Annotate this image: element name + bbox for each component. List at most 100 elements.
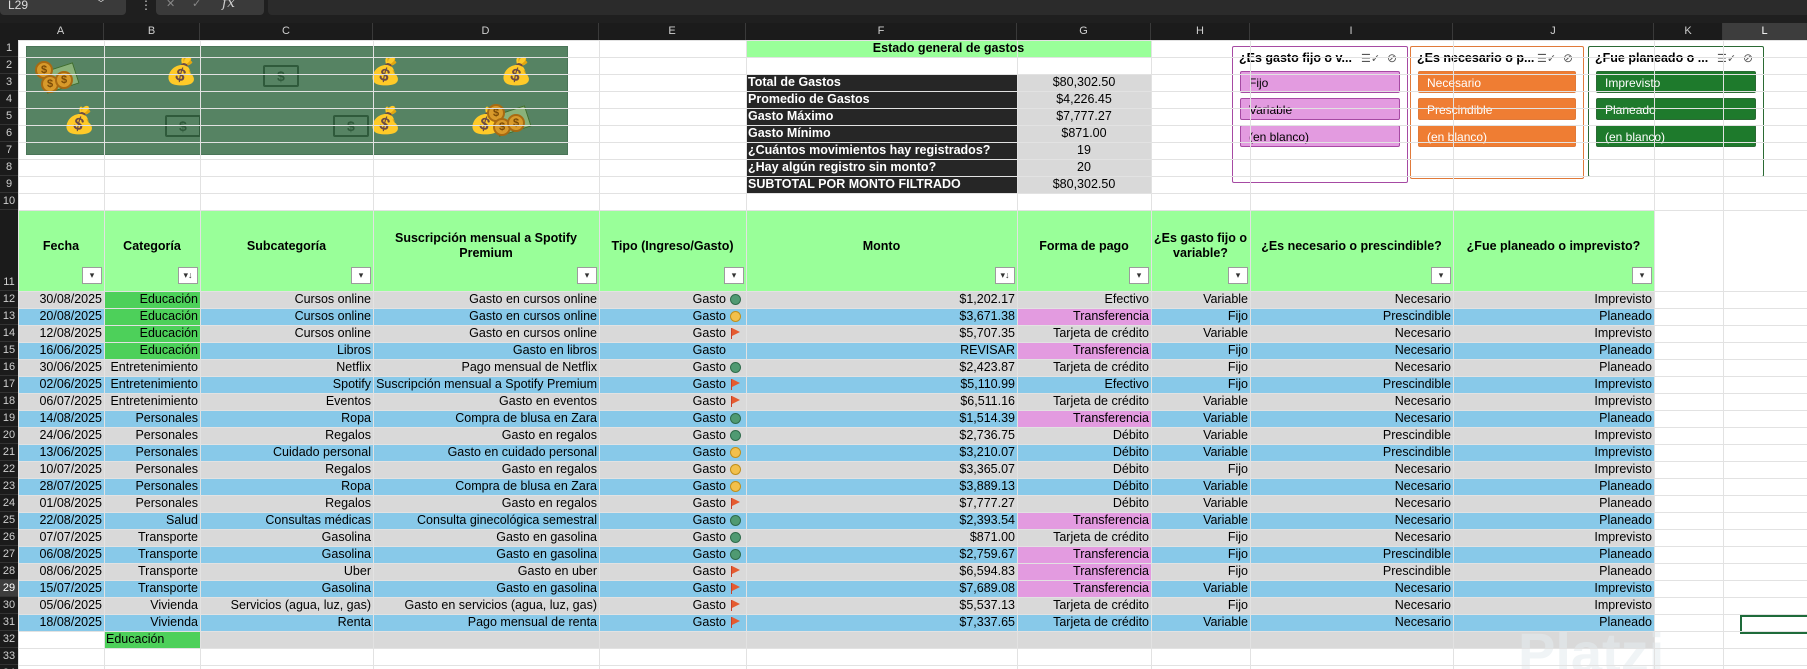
cell-np[interactable]: Necesario — [1250, 478, 1453, 495]
cell-np[interactable]: Necesario — [1250, 359, 1453, 376]
column-header-g[interactable]: G — [1017, 23, 1151, 40]
cell-sub[interactable]: Servicios (agua, luz, gas) — [200, 597, 373, 614]
cell-fecha[interactable]: 13/06/2025 — [18, 444, 104, 461]
cell-pi[interactable]: Imprevisto — [1453, 376, 1654, 393]
cell-tipo[interactable]: Gasto — [599, 597, 728, 614]
cell-fecha[interactable]: 05/06/2025 — [18, 597, 104, 614]
cell-tipo[interactable]: Gasto — [599, 529, 728, 546]
cell-monto[interactable]: $6,594.83 — [746, 563, 1017, 580]
cell-tipo[interactable]: Gasto — [599, 325, 728, 342]
cell-fecha[interactable]: 07/07/2025 — [18, 529, 104, 546]
cell-monto[interactable]: $2,423.87 — [746, 359, 1017, 376]
column-header-j[interactable]: J — [1453, 23, 1654, 40]
cell-desc[interactable]: Compra de blusa en Zara — [373, 410, 599, 427]
slicer-item[interactable]: (en blanco) — [1418, 125, 1576, 147]
row-header-3[interactable]: 3 — [0, 74, 18, 91]
cell-fv[interactable]: Fijo — [1151, 342, 1250, 359]
cell-fv[interactable]: Variable — [1151, 495, 1250, 512]
cell-cat[interactable]: Transporte — [104, 563, 200, 580]
row-header-11[interactable]: 11 — [0, 210, 18, 291]
column-header-i[interactable]: I — [1250, 23, 1453, 40]
cell-cat[interactable]: Personales — [104, 444, 200, 461]
cell-fv[interactable]: Fijo — [1151, 308, 1250, 325]
cell-tipo[interactable]: Gasto — [599, 546, 728, 563]
cell-cat[interactable]: Personales — [104, 461, 200, 478]
cell-monto[interactable]: $1,514.39 — [746, 410, 1017, 427]
cell-pi[interactable]: Imprevisto — [1453, 461, 1654, 478]
column-header-f[interactable]: F — [746, 23, 1017, 40]
cell-pi[interactable]: Planeado — [1453, 410, 1654, 427]
cell-monto[interactable]: $3,889.13 — [746, 478, 1017, 495]
cell-fecha[interactable]: 02/06/2025 — [18, 376, 104, 393]
cell-monto[interactable]: $5,110.99 — [746, 376, 1017, 393]
cell-sub[interactable]: Gasolina — [200, 580, 373, 597]
filter-dropdown-button[interactable]: ▾ — [1431, 267, 1451, 284]
row-header-24[interactable]: 24 — [0, 495, 18, 512]
cell-fecha[interactable]: 30/06/2025 — [18, 359, 104, 376]
row-header-19[interactable]: 19 — [0, 410, 18, 427]
cell-pi[interactable]: Planeado — [1453, 512, 1654, 529]
cell-desc[interactable]: Gasto en gasolina — [373, 580, 599, 597]
cell-pi[interactable]: Imprevisto — [1453, 393, 1654, 410]
row-header-1[interactable]: 1 — [0, 40, 18, 57]
cell-fecha[interactable]: 30/08/2025 — [18, 291, 104, 308]
cell-desc[interactable]: Consulta ginecológica semestral — [373, 512, 599, 529]
cell-fv[interactable]: Variable — [1151, 580, 1250, 597]
cell-np[interactable]: Necesario — [1250, 597, 1453, 614]
cell-cat[interactable]: Educación — [104, 342, 200, 359]
filter-dropdown-button[interactable]: ▾↓ — [178, 267, 198, 284]
column-header-l[interactable]: L — [1723, 23, 1807, 40]
row-header-30[interactable]: 30 — [0, 597, 18, 614]
cell-pi[interactable]: Planeado — [1453, 546, 1654, 563]
cell-sub[interactable]: Netflix — [200, 359, 373, 376]
cell-monto[interactable]: $7,337.65 — [746, 614, 1017, 631]
cell-monto[interactable]: $2,736.75 — [746, 427, 1017, 444]
cell-fv[interactable]: Variable — [1151, 478, 1250, 495]
row-header-34[interactable]: 34 — [0, 665, 18, 669]
cell-desc[interactable]: Gasto en uber — [373, 563, 599, 580]
cell-fv[interactable]: Fijo — [1151, 546, 1250, 563]
cell-np[interactable]: Necesario — [1250, 342, 1453, 359]
cell-desc[interactable]: Pago mensual de Netflix — [373, 359, 599, 376]
cell-pago[interactable]: Tarjeta de crédito — [1017, 359, 1151, 376]
cell-pago[interactable]: Transferencia — [1017, 546, 1151, 563]
cell-fecha[interactable]: 14/08/2025 — [18, 410, 104, 427]
cell-monto[interactable]: $871.00 — [746, 529, 1017, 546]
clear-filter-icon[interactable]: ⊘ — [1387, 51, 1397, 65]
slicer-item[interactable]: (en blanco) — [1596, 125, 1756, 147]
cell-desc[interactable]: Gasto en cursos online — [373, 325, 599, 342]
cell-desc[interactable]: Compra de blusa en Zara — [373, 478, 599, 495]
cell-pi[interactable]: Planeado — [1453, 308, 1654, 325]
slicer-item[interactable]: Prescindible — [1418, 98, 1576, 120]
cell-desc[interactable]: Gasto en regalos — [373, 427, 599, 444]
cell-cat[interactable]: Entretenimiento — [104, 359, 200, 376]
cell-pago[interactable]: Tarjeta de crédito — [1017, 393, 1151, 410]
cell-pago[interactable]: Tarjeta de crédito — [1017, 597, 1151, 614]
cell-pago[interactable]: Transferencia — [1017, 563, 1151, 580]
cell-pi[interactable]: Imprevisto — [1453, 427, 1654, 444]
cell-sub[interactable]: Cursos online — [200, 325, 373, 342]
cell-sub[interactable]: Cursos online — [200, 291, 373, 308]
cell-pago[interactable]: Débito — [1017, 495, 1151, 512]
row-header-26[interactable]: 26 — [0, 529, 18, 546]
cell-tipo[interactable]: Gasto — [599, 580, 728, 597]
cell-cat[interactable]: Personales — [104, 495, 200, 512]
cell-sub[interactable]: Spotify — [200, 376, 373, 393]
cell-fv[interactable]: Fijo — [1151, 359, 1250, 376]
cell-sub[interactable]: Regalos — [200, 427, 373, 444]
filter-dropdown-button[interactable]: ▾ — [1129, 267, 1149, 284]
column-header-d[interactable]: D — [373, 23, 599, 40]
cell-desc[interactable]: Gasto en eventos — [373, 393, 599, 410]
cell-tipo[interactable]: Gasto — [599, 359, 728, 376]
cell-sub[interactable]: Uber — [200, 563, 373, 580]
cell-pago[interactable]: Débito — [1017, 478, 1151, 495]
cell-pi[interactable]: Imprevisto — [1453, 444, 1654, 461]
cell-cat[interactable]: Transporte — [104, 546, 200, 563]
row-header-14[interactable]: 14 — [0, 325, 18, 342]
cell-cat[interactable]: Educación — [104, 325, 200, 342]
cell-pago[interactable]: Efectivo — [1017, 291, 1151, 308]
cell-fv[interactable]: Variable — [1151, 614, 1250, 631]
row-header-18[interactable]: 18 — [0, 393, 18, 410]
cell-sub[interactable]: Gasolina — [200, 546, 373, 563]
cell-desc[interactable]: Pago mensual de renta — [373, 614, 599, 631]
